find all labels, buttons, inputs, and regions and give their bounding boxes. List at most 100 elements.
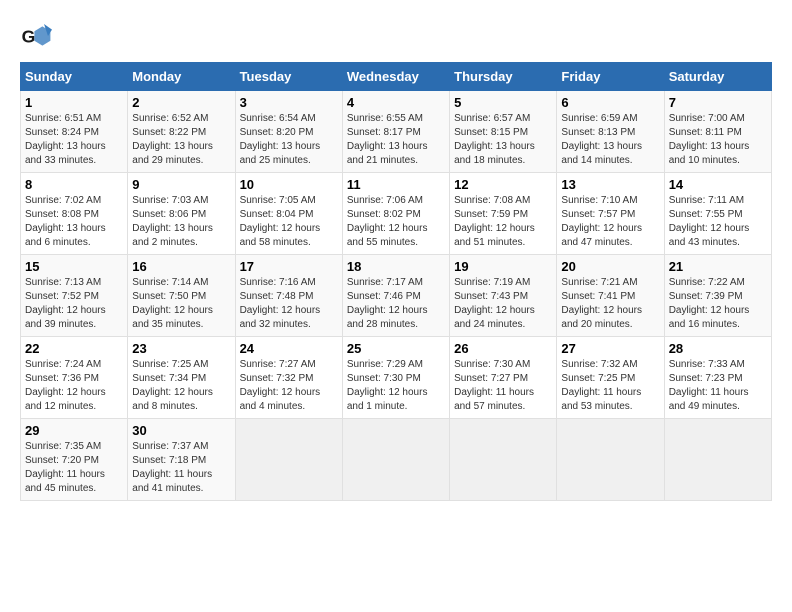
calendar-cell: 13 Sunrise: 7:10 AMSunset: 7:57 PMDayligh…: [557, 173, 664, 255]
day-info: Sunrise: 6:55 AMSunset: 8:17 PMDaylight:…: [347, 112, 445, 168]
day-info: Sunrise: 7:35 AMSunset: 7:20 PMDaylight:…: [25, 440, 123, 496]
calendar-cell: 18Sunrise: 7:17 AMSunset: 7:46 PMDayligh…: [342, 255, 449, 337]
calendar-cell: 27 Sunrise: 7:32 AMSunset: 7:25 PMDayligh…: [557, 337, 664, 419]
day-number: 3: [240, 95, 338, 110]
calendar-cell: [450, 419, 557, 501]
day-info: Sunrise: 7:06 AMSunset: 8:02 PMDaylight:…: [347, 194, 445, 250]
calendar-cell: 7 Sunrise: 7:00 AMSunset: 8:11 PMDaylight…: [664, 91, 771, 173]
calendar-cell: [664, 419, 771, 501]
calendar-cell: 2 Sunrise: 6:52 AMSunset: 8:22 PMDaylight…: [128, 91, 235, 173]
day-info: Sunrise: 7:27 AMSunset: 7:32 PMDaylight:…: [240, 358, 338, 414]
calendar-cell: 15Sunrise: 7:13 AMSunset: 7:52 PMDayligh…: [21, 255, 128, 337]
day-number: 13: [561, 177, 659, 192]
day-number: 19: [454, 259, 552, 274]
weekday-header-friday: Friday: [557, 63, 664, 91]
calendar-cell: 20Sunrise: 7:21 AMSunset: 7:41 PMDayligh…: [557, 255, 664, 337]
day-number: 14: [669, 177, 767, 192]
day-info: Sunrise: 7:05 AMSunset: 8:04 PMDaylight:…: [240, 194, 338, 250]
day-info: Sunrise: 6:59 AMSunset: 8:13 PMDaylight:…: [561, 112, 659, 168]
calendar-cell: [235, 419, 342, 501]
day-info: Sunrise: 7:24 AMSunset: 7:36 PMDaylight:…: [25, 358, 123, 414]
day-info: Sunrise: 6:52 AMSunset: 8:22 PMDaylight:…: [132, 112, 230, 168]
day-info: Sunrise: 7:29 AMSunset: 7:30 PMDaylight:…: [347, 358, 445, 414]
day-number: 1: [25, 95, 123, 110]
day-info: Sunrise: 7:32 AMSunset: 7:25 PMDaylight:…: [561, 358, 659, 414]
calendar-cell: 17Sunrise: 7:16 AMSunset: 7:48 PMDayligh…: [235, 255, 342, 337]
calendar-cell: 29 Sunrise: 7:35 AMSunset: 7:20 PMDayligh…: [21, 419, 128, 501]
day-number: 24: [240, 341, 338, 356]
calendar-cell: [557, 419, 664, 501]
svg-text:G: G: [22, 26, 36, 46]
calendar-week-3: 15Sunrise: 7:13 AMSunset: 7:52 PMDayligh…: [21, 255, 772, 337]
day-info: Sunrise: 7:00 AMSunset: 8:11 PMDaylight:…: [669, 112, 767, 168]
day-number: 11: [347, 177, 445, 192]
day-number: 28: [669, 341, 767, 356]
calendar-cell: 24 Sunrise: 7:27 AMSunset: 7:32 PMDayligh…: [235, 337, 342, 419]
day-info: Sunrise: 6:57 AMSunset: 8:15 PMDaylight:…: [454, 112, 552, 168]
day-info: Sunrise: 7:08 AMSunset: 7:59 PMDaylight:…: [454, 194, 552, 250]
calendar-cell: 12 Sunrise: 7:08 AMSunset: 7:59 PMDayligh…: [450, 173, 557, 255]
weekday-header-row: SundayMondayTuesdayWednesdayThursdayFrid…: [21, 63, 772, 91]
calendar-cell: 5 Sunrise: 6:57 AMSunset: 8:15 PMDaylight…: [450, 91, 557, 173]
weekday-header-saturday: Saturday: [664, 63, 771, 91]
day-info: Sunrise: 7:25 AMSunset: 7:34 PMDaylight:…: [132, 358, 230, 414]
calendar-cell: 9Sunrise: 7:03 AMSunset: 8:06 PMDaylight…: [128, 173, 235, 255]
day-info: Sunrise: 7:30 AMSunset: 7:27 PMDaylight:…: [454, 358, 552, 414]
day-number: 10: [240, 177, 338, 192]
day-number: 30: [132, 423, 230, 438]
calendar-cell: 6 Sunrise: 6:59 AMSunset: 8:13 PMDaylight…: [557, 91, 664, 173]
calendar-cell: 25 Sunrise: 7:29 AMSunset: 7:30 PMDayligh…: [342, 337, 449, 419]
day-info: Sunrise: 7:37 AMSunset: 7:18 PMDaylight:…: [132, 440, 230, 496]
day-info: Sunrise: 7:19 AMSunset: 7:43 PMDaylight:…: [454, 276, 552, 332]
calendar-cell: 14 Sunrise: 7:11 AMSunset: 7:55 PMDayligh…: [664, 173, 771, 255]
calendar-cell: 11 Sunrise: 7:06 AMSunset: 8:02 PMDayligh…: [342, 173, 449, 255]
day-info: Sunrise: 7:10 AMSunset: 7:57 PMDaylight:…: [561, 194, 659, 250]
day-number: 29: [25, 423, 123, 438]
weekday-header-monday: Monday: [128, 63, 235, 91]
day-number: 23: [132, 341, 230, 356]
calendar-week-1: 1 Sunrise: 6:51 AMSunset: 8:24 PMDaylight…: [21, 91, 772, 173]
calendar-cell: 21Sunrise: 7:22 AMSunset: 7:39 PMDayligh…: [664, 255, 771, 337]
calendar-week-4: 22 Sunrise: 7:24 AMSunset: 7:36 PMDayligh…: [21, 337, 772, 419]
day-number: 4: [347, 95, 445, 110]
calendar-cell: 26Sunrise: 7:30 AMSunset: 7:27 PMDayligh…: [450, 337, 557, 419]
day-number: 18: [347, 259, 445, 274]
calendar-cell: 8 Sunrise: 7:02 AMSunset: 8:08 PMDaylight…: [21, 173, 128, 255]
calendar-cell: 1 Sunrise: 6:51 AMSunset: 8:24 PMDaylight…: [21, 91, 128, 173]
weekday-header-sunday: Sunday: [21, 63, 128, 91]
day-number: 15: [25, 259, 123, 274]
calendar-cell: 28 Sunrise: 7:33 AMSunset: 7:23 PMDayligh…: [664, 337, 771, 419]
calendar-cell: 22 Sunrise: 7:24 AMSunset: 7:36 PMDayligh…: [21, 337, 128, 419]
calendar-week-2: 8 Sunrise: 7:02 AMSunset: 8:08 PMDaylight…: [21, 173, 772, 255]
calendar-cell: 16 Sunrise: 7:14 AMSunset: 7:50 PMDayligh…: [128, 255, 235, 337]
day-number: 9: [132, 177, 230, 192]
day-number: 17: [240, 259, 338, 274]
calendar-cell: 30 Sunrise: 7:37 AMSunset: 7:18 PMDayligh…: [128, 419, 235, 501]
day-number: 6: [561, 95, 659, 110]
day-info: Sunrise: 7:14 AMSunset: 7:50 PMDaylight:…: [132, 276, 230, 332]
day-info: Sunrise: 6:54 AMSunset: 8:20 PMDaylight:…: [240, 112, 338, 168]
day-number: 27: [561, 341, 659, 356]
logo-icon: G: [20, 20, 52, 52]
day-number: 7: [669, 95, 767, 110]
day-number: 12: [454, 177, 552, 192]
calendar-cell: 4 Sunrise: 6:55 AMSunset: 8:17 PMDaylight…: [342, 91, 449, 173]
day-number: 16: [132, 259, 230, 274]
calendar-cell: 3 Sunrise: 6:54 AMSunset: 8:20 PMDaylight…: [235, 91, 342, 173]
day-info: Sunrise: 7:33 AMSunset: 7:23 PMDaylight:…: [669, 358, 767, 414]
day-number: 22: [25, 341, 123, 356]
day-number: 8: [25, 177, 123, 192]
day-info: Sunrise: 7:22 AMSunset: 7:39 PMDaylight:…: [669, 276, 767, 332]
page-header: G: [20, 20, 772, 52]
day-info: Sunrise: 7:02 AMSunset: 8:08 PMDaylight:…: [25, 194, 123, 250]
day-info: Sunrise: 7:21 AMSunset: 7:41 PMDaylight:…: [561, 276, 659, 332]
weekday-header-wednesday: Wednesday: [342, 63, 449, 91]
day-number: 2: [132, 95, 230, 110]
calendar-cell: 23 Sunrise: 7:25 AMSunset: 7:34 PMDayligh…: [128, 337, 235, 419]
day-number: 5: [454, 95, 552, 110]
day-info: Sunrise: 6:51 AMSunset: 8:24 PMDaylight:…: [25, 112, 123, 168]
day-info: Sunrise: 7:11 AMSunset: 7:55 PMDaylight:…: [669, 194, 767, 250]
calendar-cell: [342, 419, 449, 501]
weekday-header-thursday: Thursday: [450, 63, 557, 91]
day-number: 25: [347, 341, 445, 356]
